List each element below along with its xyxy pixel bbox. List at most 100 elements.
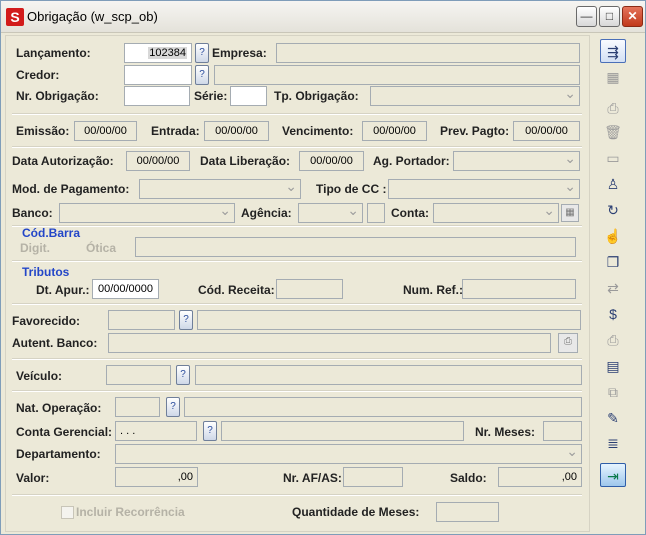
- maximize-button[interactable]: □: [599, 6, 620, 27]
- close-button[interactable]: ✕: [622, 6, 643, 27]
- print-preview-icon[interactable]: ⎙: [600, 96, 626, 120]
- cod-barra-field[interactable]: [135, 237, 576, 257]
- nat-operacao-lookup-button[interactable]: ?: [166, 397, 180, 417]
- incluir-recorrencia-checkbox[interactable]: [61, 506, 74, 519]
- main-window: S Obrigação (w_scp_ob) — □ ✕ Lançamento:…: [0, 0, 646, 535]
- quantidade-meses-field[interactable]: [436, 502, 499, 522]
- favorecido-field[interactable]: [108, 310, 175, 330]
- tipo-cc-select[interactable]: [388, 179, 580, 199]
- minimize-button[interactable]: —: [576, 6, 597, 27]
- ag-portador-select[interactable]: [453, 151, 580, 171]
- entrada-field[interactable]: 00/00/00: [204, 121, 269, 141]
- separator: [12, 146, 582, 148]
- cod-receita-label: Cód. Receita:: [198, 283, 275, 297]
- banco-label: Banco:: [12, 206, 53, 220]
- agencia-select[interactable]: [298, 203, 363, 223]
- agencia-digit-field[interactable]: [367, 203, 385, 223]
- nr-obrigacao-label: Nr. Obrigação:: [16, 89, 99, 103]
- saldo-label: Saldo:: [450, 471, 487, 485]
- documents-icon[interactable]: ❐: [600, 250, 626, 274]
- separator: [12, 390, 582, 392]
- incluir-recorrencia-label: Incluir Recorrência: [76, 505, 185, 519]
- data-autorizacao-label: Data Autorização:: [12, 154, 114, 168]
- nr-af-as-field[interactable]: [343, 467, 403, 487]
- grid-view-icon[interactable]: ▦: [600, 65, 626, 89]
- conta-select[interactable]: [433, 203, 559, 223]
- transfer-icon[interactable]: ⇄: [600, 276, 626, 300]
- new-record-icon[interactable]: ⇶: [600, 39, 626, 63]
- autent-banco-field[interactable]: [108, 333, 551, 353]
- credor-field[interactable]: [124, 65, 192, 85]
- veiculo-label: Veículo:: [16, 369, 63, 383]
- favorecido-lookup-button[interactable]: ?: [179, 310, 193, 330]
- conta-grid-button[interactable]: ▦: [561, 204, 579, 222]
- veiculo-field[interactable]: [106, 365, 171, 385]
- separator: [12, 260, 582, 262]
- lancamento-lookup-button[interactable]: ?: [195, 43, 209, 63]
- title-bar[interactable]: S Obrigação (w_scp_ob) — □ ✕: [1, 1, 645, 33]
- refresh-icon[interactable]: ↻: [600, 198, 626, 222]
- departamento-select[interactable]: [115, 444, 582, 464]
- lancamento-field[interactable]: 102384: [124, 43, 192, 63]
- nat-operacao-name-field[interactable]: [184, 397, 582, 417]
- data-liberacao-label: Data Liberação:: [200, 154, 291, 168]
- user-icon[interactable]: ♙: [600, 172, 626, 196]
- report-icon[interactable]: ▤: [600, 354, 626, 378]
- exit-icon[interactable]: ⇥: [600, 463, 626, 487]
- emissao-label: Emissão:: [16, 124, 70, 138]
- favorecido-name-field[interactable]: [197, 310, 581, 330]
- conta-gerencial-field[interactable]: . . .: [115, 421, 197, 441]
- copy-icon[interactable]: ⧉: [600, 380, 626, 404]
- conta-gerencial-name-field[interactable]: [221, 421, 464, 441]
- nr-obrigacao-field[interactable]: [124, 86, 190, 106]
- vencimento-field[interactable]: 00/00/00: [362, 121, 427, 141]
- money-bag-icon[interactable]: $: [600, 302, 626, 326]
- prev-pagto-field[interactable]: 00/00/00: [513, 121, 580, 141]
- side-toolbar: ⇶ ▦ ⎙ 🗑 ▭ ♙ ↻ ☝ ❐ ⇄ $ ⎙ ▤ ⧉ ✎ ≣ ⇥: [597, 35, 631, 495]
- notes-icon[interactable]: ≣: [600, 431, 626, 455]
- nat-operacao-field[interactable]: [115, 397, 160, 417]
- nr-meses-field[interactable]: [543, 421, 582, 441]
- vencimento-label: Vencimento:: [282, 124, 354, 138]
- saldo-field[interactable]: ,00: [498, 467, 582, 487]
- ag-portador-label: Ag. Portador:: [373, 154, 450, 168]
- num-ref-label: Num. Ref.:: [403, 283, 463, 297]
- delete-icon[interactable]: 🗑: [600, 120, 626, 144]
- conta-label: Conta:: [391, 206, 429, 220]
- digit-radio-label[interactable]: Digit.: [20, 241, 50, 255]
- prev-pagto-label: Prev. Pagto:: [440, 124, 510, 138]
- nr-meses-label: Nr. Meses:: [475, 425, 536, 439]
- agencia-label: Agência:: [241, 206, 292, 220]
- data-autorizacao-field[interactable]: 00/00/00: [126, 151, 190, 171]
- autent-print-button[interactable]: ⎙: [558, 333, 578, 353]
- credor-lookup-button[interactable]: ?: [195, 65, 209, 85]
- valor-field[interactable]: ,00: [115, 467, 198, 487]
- banco-select[interactable]: [59, 203, 235, 223]
- favorecido-label: Favorecido:: [12, 314, 81, 328]
- serie-field[interactable]: [230, 86, 267, 106]
- conta-gerencial-lookup-button[interactable]: ?: [203, 421, 217, 441]
- veiculo-name-field[interactable]: [195, 365, 582, 385]
- printer-icon[interactable]: ⎙: [600, 328, 626, 352]
- quantidade-meses-label: Quantidade de Meses:: [292, 505, 420, 519]
- emissao-field[interactable]: 00/00/00: [74, 121, 137, 141]
- tp-obrigacao-label: Tp. Obrigação:: [274, 89, 359, 103]
- num-ref-field[interactable]: [462, 279, 576, 299]
- credor-name-field[interactable]: [214, 65, 580, 85]
- dt-apur-field[interactable]: 00/00/0000: [92, 279, 159, 299]
- veiculo-lookup-button[interactable]: ?: [176, 365, 190, 385]
- approve-icon[interactable]: ☝: [600, 224, 626, 248]
- data-liberacao-field[interactable]: 00/00/00: [299, 151, 364, 171]
- cod-receita-field[interactable]: [276, 279, 343, 299]
- open-folder-icon[interactable]: ▭: [600, 146, 626, 170]
- chart-edit-icon[interactable]: ✎: [600, 406, 626, 430]
- mod-pagamento-label: Mod. de Pagamento:: [12, 182, 130, 196]
- autent-banco-label: Autent. Banco:: [12, 336, 98, 350]
- otica-radio-label[interactable]: Ótica: [86, 241, 116, 255]
- separator: [12, 113, 582, 115]
- departamento-label: Departamento:: [16, 447, 101, 461]
- empresa-field[interactable]: [276, 43, 580, 63]
- tp-obrigacao-select[interactable]: [370, 86, 580, 106]
- lancamento-label: Lançamento:: [16, 46, 91, 60]
- mod-pagamento-select[interactable]: [139, 179, 301, 199]
